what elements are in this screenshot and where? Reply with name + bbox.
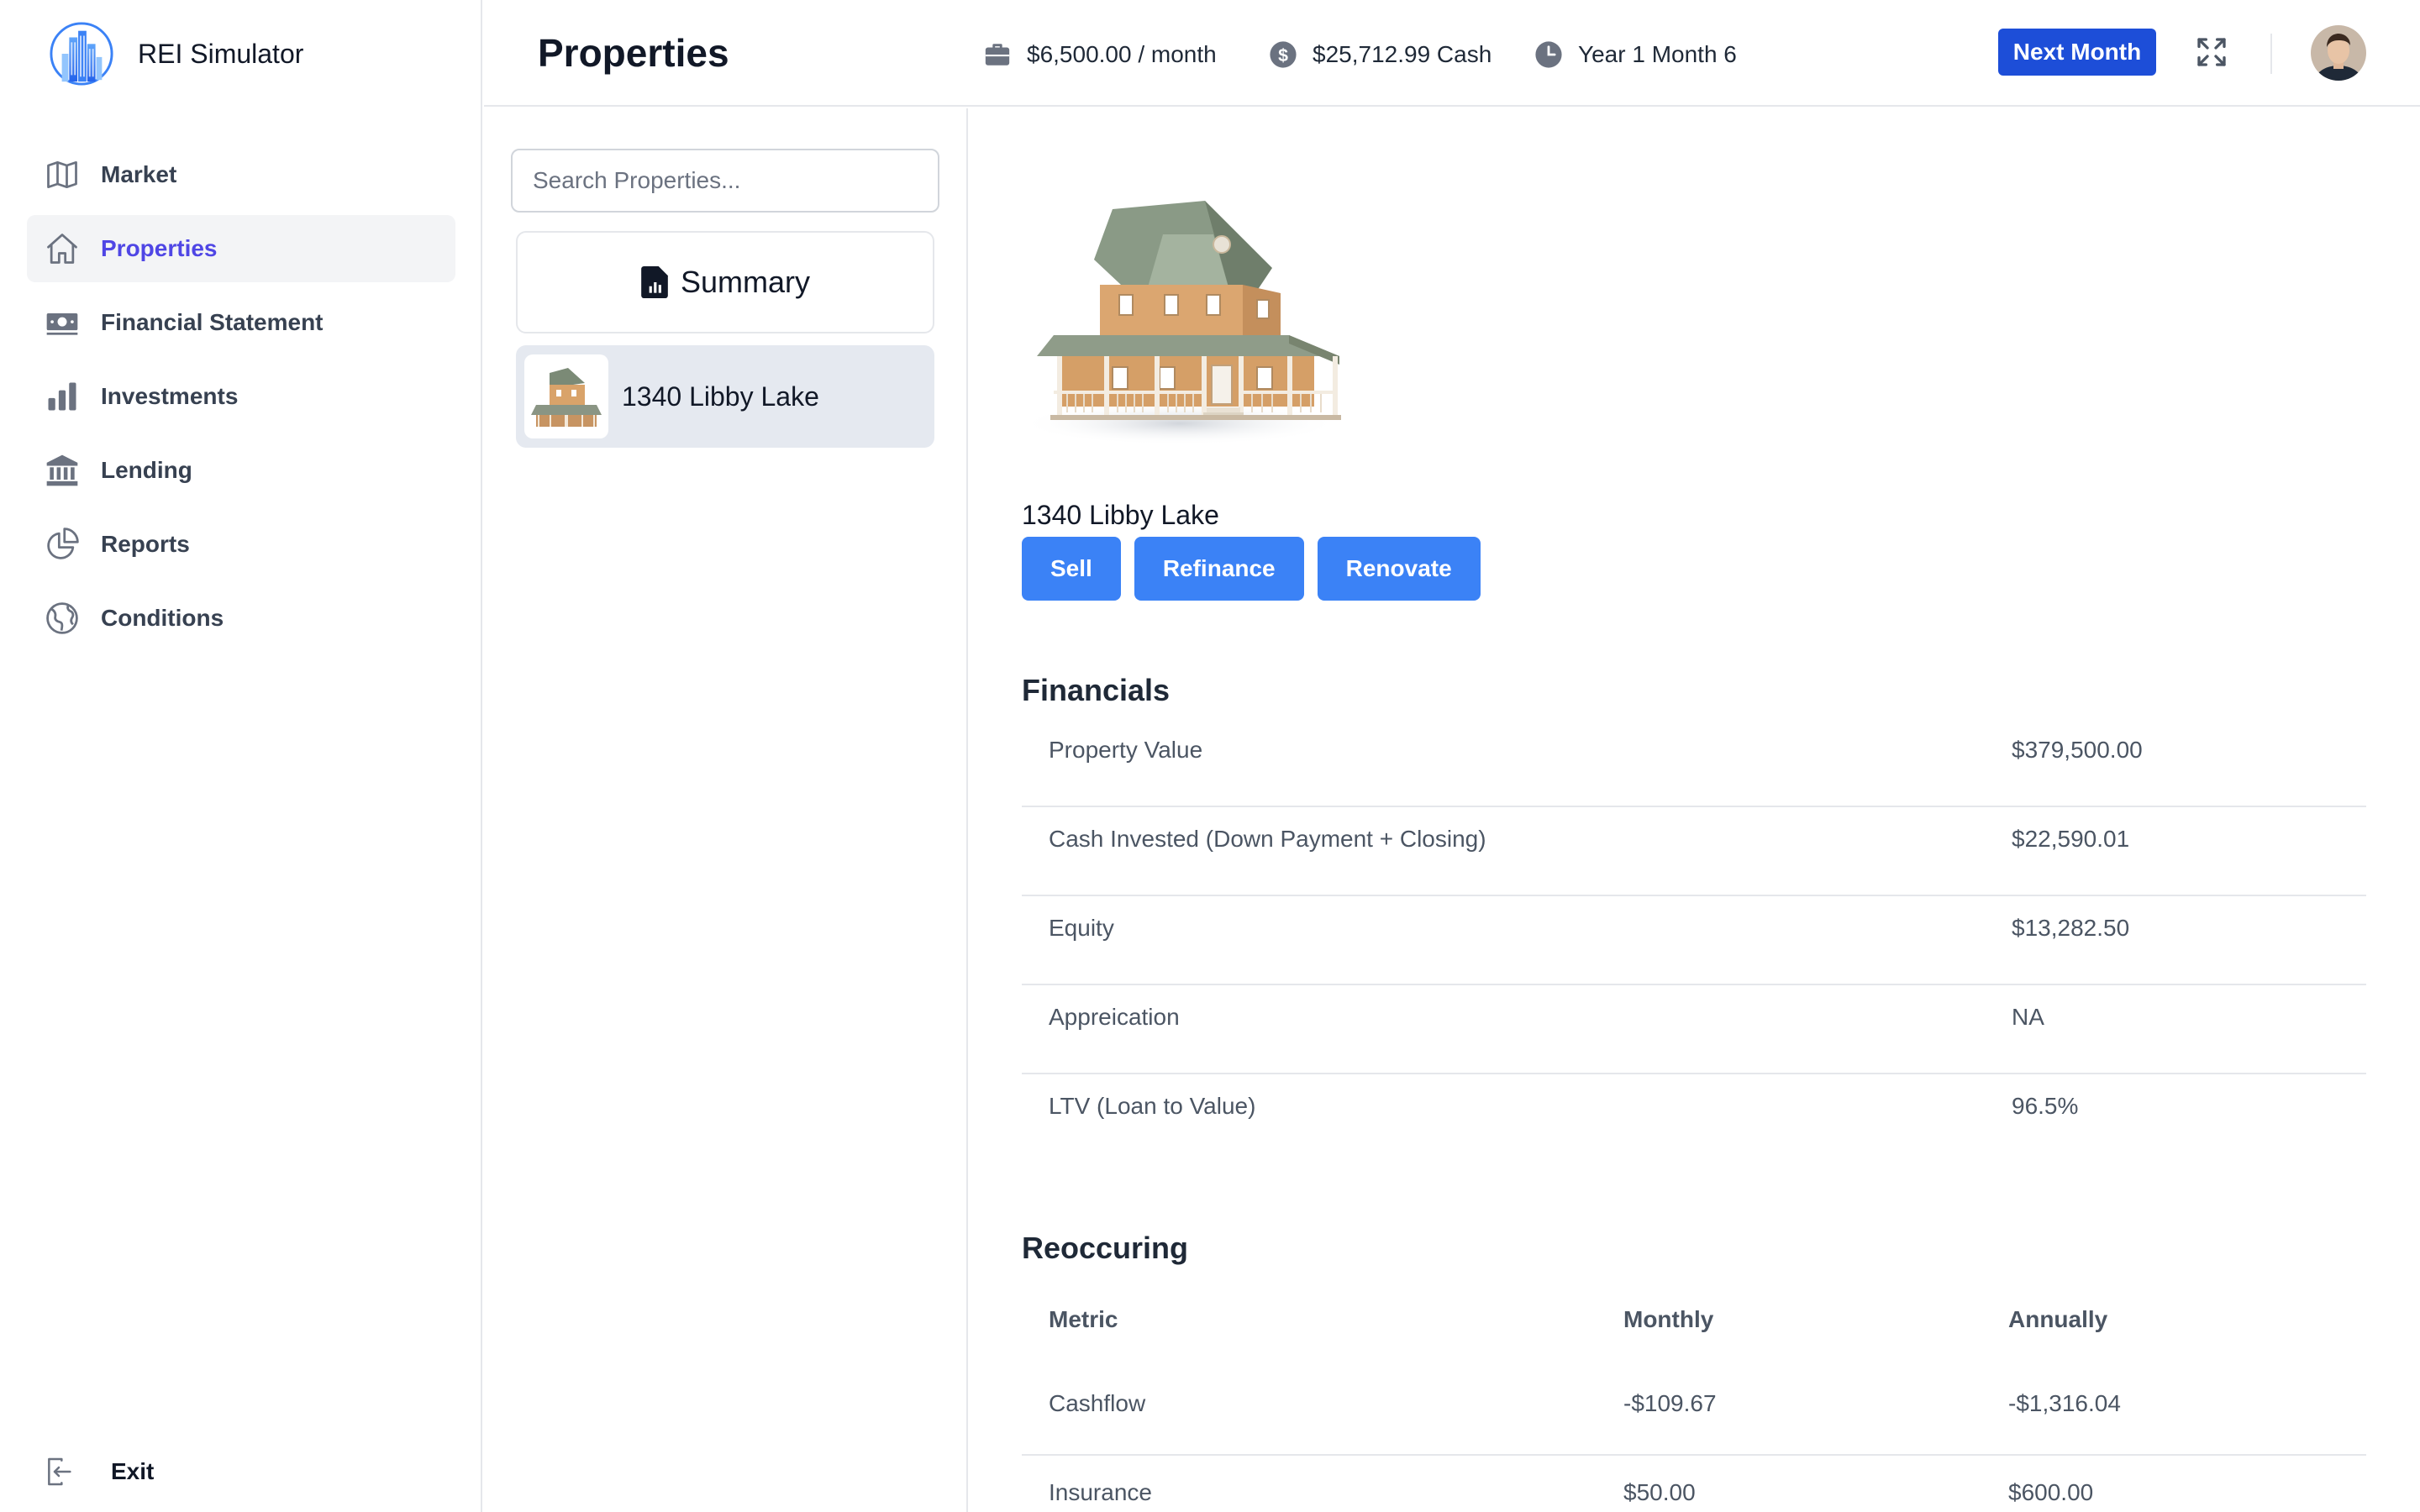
- avatar-image: [2311, 25, 2366, 81]
- cash-icon: [42, 302, 82, 343]
- row-value: NA: [2012, 1004, 2044, 1030]
- summary-label: Summary: [680, 265, 811, 299]
- app-root: REI Simulator Market Properties Financia…: [0, 0, 2420, 1512]
- home-icon: [42, 228, 82, 269]
- page-title: Properties: [538, 31, 729, 75]
- globe-icon: [42, 598, 82, 638]
- house-image: [1020, 201, 1341, 444]
- summary-card[interactable]: Summary: [516, 231, 934, 333]
- map-icon: [42, 155, 82, 195]
- clock-icon: [1535, 41, 1562, 68]
- briefcase-icon: [985, 44, 1010, 66]
- fullscreen-icon[interactable]: [2195, 35, 2228, 69]
- property-thumbnail: [524, 354, 608, 438]
- row-label: Cash Invested (Down Payment + Closing): [1049, 826, 1486, 852]
- report-file-icon: [641, 266, 668, 298]
- sidebar-item-lending[interactable]: Lending: [27, 437, 455, 504]
- brand[interactable]: REI Simulator: [49, 20, 303, 87]
- table-row: Cash Invested (Down Payment + Closing) $…: [1022, 807, 2366, 896]
- monthly-income-value: $6,500.00 / month: [1027, 41, 1217, 67]
- property-actions: Sell Refinance Renovate: [1022, 537, 1494, 601]
- row-value: $22,590.01: [2012, 826, 2130, 852]
- sidebar-nav: Market Properties Financial Statement In…: [27, 141, 455, 659]
- header-divider: [2270, 34, 2272, 74]
- table-row: Cashflow -$109.67 -$1,316.04: [1022, 1367, 2366, 1456]
- sell-button[interactable]: Sell: [1022, 537, 1121, 601]
- city-logo-icon: [50, 22, 113, 86]
- column-header-annually: Annually: [2008, 1306, 2108, 1332]
- next-month-button[interactable]: Next Month: [1998, 29, 2156, 76]
- app-name: REI Simulator: [138, 38, 304, 69]
- cell-annually: $600.00: [2008, 1479, 2094, 1505]
- cell-monthly: $50.00: [1623, 1479, 1696, 1505]
- sidebar-item-label: Properties: [101, 235, 218, 261]
- row-value: $379,500.00: [2012, 737, 2143, 763]
- sidebar-item-label: Investments: [101, 383, 239, 409]
- sidebar-item-market[interactable]: Market: [27, 141, 455, 208]
- cell-metric: Cashflow: [1049, 1390, 1146, 1416]
- sidebar-item-label: Financial Statement: [101, 309, 324, 335]
- cell-metric: Insurance: [1049, 1479, 1152, 1505]
- property-list-name: 1340 Libby Lake: [622, 381, 819, 412]
- column-header-metric: Metric: [1049, 1306, 1118, 1332]
- cash-value: $25,712.99 Cash: [1313, 41, 1492, 67]
- user-avatar[interactable]: [2311, 25, 2366, 81]
- sidebar-item-label: Market: [101, 161, 177, 187]
- cell-monthly: -$109.67: [1623, 1390, 1717, 1416]
- recurring-table: Metric Monthly Annually Cashflow -$109.6…: [1022, 1283, 2366, 1512]
- property-name: 1340 Libby Lake: [1022, 500, 1219, 530]
- cell-annually: -$1,316.04: [2008, 1390, 2121, 1416]
- properties-list-panel: Summary 1340 Libby Lake: [484, 108, 968, 1512]
- house-thumbnail-icon: [531, 368, 602, 427]
- table-row: Equity $13,282.50: [1022, 896, 2366, 985]
- exit-icon: [48, 1457, 71, 1486]
- financials-title: Financials: [1022, 673, 1171, 707]
- dollar-icon: $: [1270, 41, 1297, 68]
- sidebar-item-reports[interactable]: Reports: [27, 511, 455, 578]
- sidebar: REI Simulator Market Properties Financia…: [0, 0, 482, 1512]
- refinance-button[interactable]: Refinance: [1134, 537, 1304, 601]
- pie-chart-icon: [42, 524, 82, 564]
- table-row: Insurance $50.00 $600.00: [1022, 1456, 2366, 1512]
- table-row: Appreication NA: [1022, 985, 2366, 1074]
- row-label: Appreication: [1049, 1004, 1180, 1030]
- table-row: Property Value $379,500.00: [1022, 718, 2366, 807]
- sidebar-item-properties[interactable]: Properties: [27, 215, 455, 282]
- table-row: LTV (Loan to Value) 96.5%: [1022, 1074, 2366, 1163]
- sidebar-item-label: Reports: [101, 531, 190, 557]
- monthly-income-stat: $6,500.00 / month: [983, 40, 1217, 69]
- game-date-value: Year 1 Month 6: [1578, 41, 1737, 67]
- sidebar-item-conditions[interactable]: Conditions: [27, 585, 455, 652]
- exit-label: Exit: [111, 1458, 155, 1484]
- sidebar-item-financial-statement[interactable]: Financial Statement: [27, 289, 455, 356]
- table-header: Metric Monthly Annually: [1022, 1283, 2366, 1367]
- exit-button[interactable]: Exit: [42, 1446, 154, 1497]
- bar-chart-icon: [42, 376, 82, 417]
- row-label: Property Value: [1049, 737, 1203, 763]
- bank-icon: [42, 450, 82, 491]
- column-header-monthly: Monthly: [1623, 1306, 1714, 1332]
- financials-table: Property Value $379,500.00 Cash Invested…: [1022, 718, 2366, 1163]
- search-properties-input[interactable]: [511, 149, 939, 213]
- row-label: LTV (Loan to Value): [1049, 1093, 1256, 1119]
- svg-text:$: $: [1278, 45, 1288, 66]
- game-date-stat: Year 1 Month 6: [1534, 40, 1737, 69]
- property-detail: 1340 Libby Lake Sell Refinance Renovate …: [970, 108, 2420, 1512]
- row-value: 96.5%: [2012, 1093, 2079, 1119]
- recurring-title: Reoccuring: [1022, 1231, 1189, 1265]
- renovate-button[interactable]: Renovate: [1317, 537, 1481, 601]
- property-list-item[interactable]: 1340 Libby Lake: [516, 345, 934, 448]
- row-label: Equity: [1049, 915, 1114, 941]
- row-value: $13,282.50: [2012, 915, 2130, 941]
- sidebar-item-label: Conditions: [101, 605, 224, 631]
- sidebar-item-label: Lending: [101, 457, 192, 483]
- sidebar-item-investments[interactable]: Investments: [27, 363, 455, 430]
- cash-stat: $ $25,712.99 Cash: [1269, 40, 1491, 69]
- top-header: Properties $6,500.00 / month $ $25,712.9…: [484, 0, 2420, 107]
